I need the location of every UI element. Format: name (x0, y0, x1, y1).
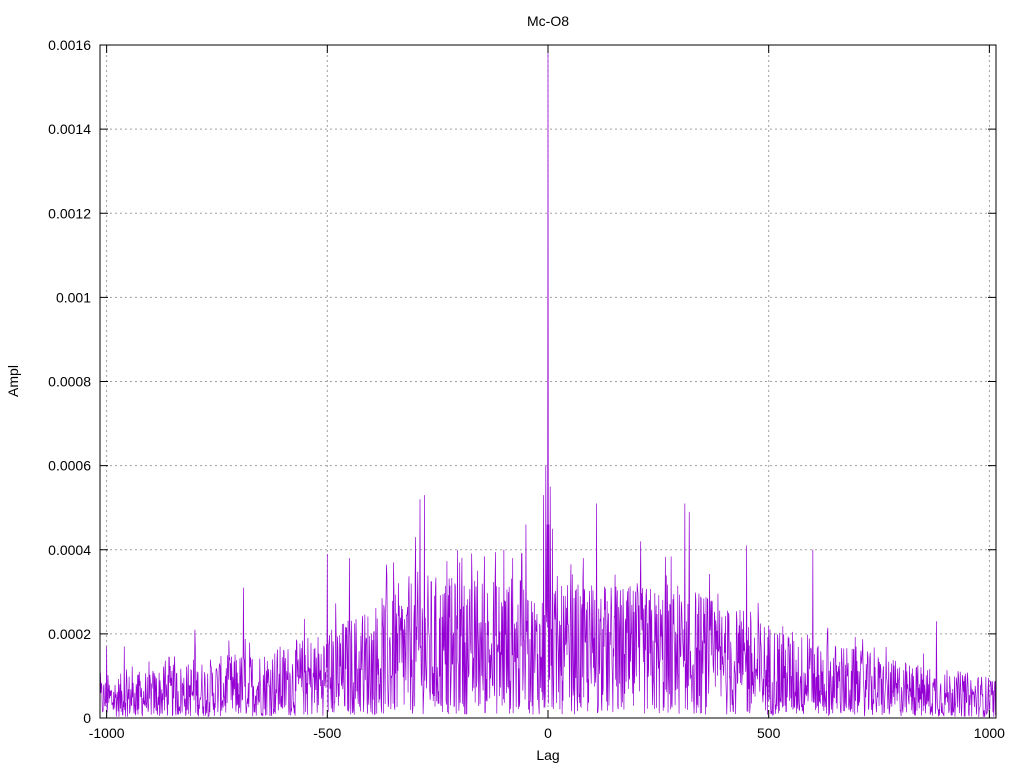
y-tick-label: 0.0008 (48, 374, 91, 390)
y-tick-label: 0.0002 (48, 626, 91, 642)
y-tick-label: 0.0014 (48, 121, 91, 137)
x-tick-label: 0 (544, 725, 552, 741)
x-tick-label: -1000 (89, 725, 125, 741)
x-axis-label: Lag (536, 747, 559, 763)
x-tick-label: 500 (757, 725, 781, 741)
x-tick-label: -500 (313, 725, 341, 741)
y-tick-labels: 0 0.0002 0.0004 0.0006 0.0008 0.001 0.0012 0.00… (48, 37, 91, 726)
y-axis-label: Ampl (5, 365, 21, 397)
x-tick-labels: -1000 -500 0 500 1000 (89, 725, 1005, 741)
y-tick-label: 0.0016 (48, 37, 91, 53)
autocorrelation-chart: Mc-O8 -1000 -500 0 500 1000 0 0.0002 0.0004 0.0… (5, 13, 1005, 763)
y-tick-label: 0.0006 (48, 458, 91, 474)
chart-title: Mc-O8 (527, 13, 569, 29)
y-tick-label: 0.0012 (48, 205, 91, 221)
y-tick-label: 0 (83, 710, 91, 726)
y-tick-label: 0.001 (56, 289, 91, 305)
y-tick-label: 0.0004 (48, 542, 91, 558)
x-tick-label: 1000 (974, 725, 1005, 741)
